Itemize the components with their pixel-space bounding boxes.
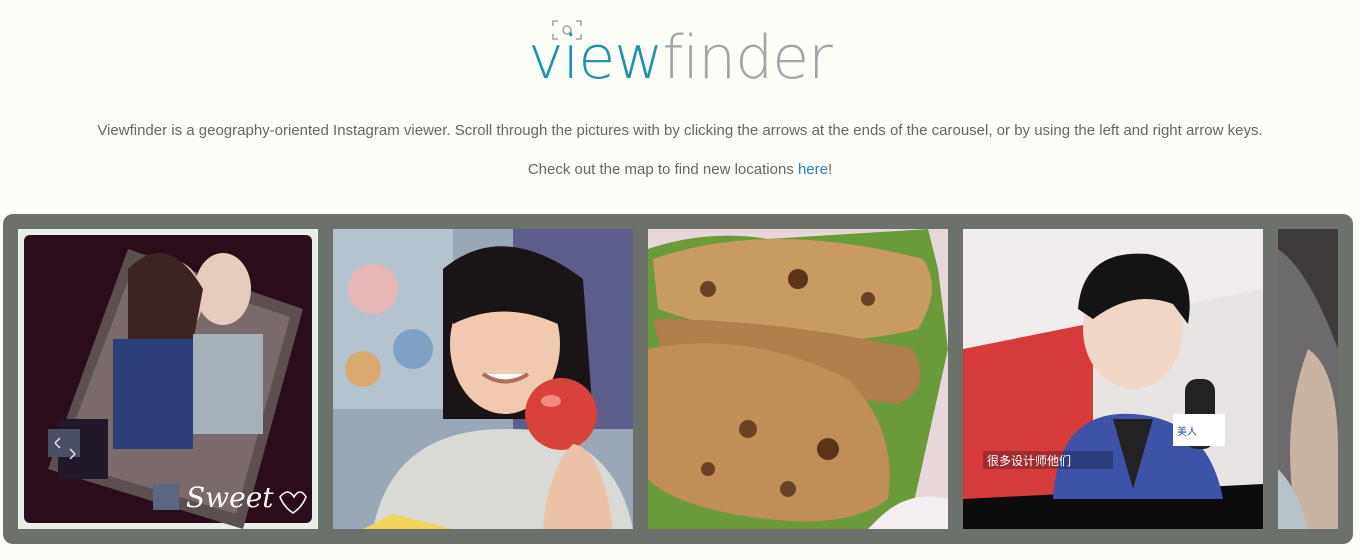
svg-text:美人: 美人	[1177, 425, 1197, 438]
logo-view-text: view	[528, 23, 663, 93]
carousel-photo-1[interactable]: Sweet	[18, 229, 318, 529]
photo-5-image	[1278, 229, 1338, 529]
cta-text: Check out the map to find new locations	[527, 161, 798, 178]
site-logo[interactable]: viewfinder	[0, 18, 1360, 98]
carousel-photo-3[interactable]	[648, 229, 948, 529]
carousel-photo-4[interactable]: 美人 很多设计师他们	[963, 229, 1263, 529]
map-link[interactable]: here	[798, 161, 828, 178]
logo-finder-text: finder	[662, 23, 832, 93]
photo-3-image	[648, 229, 948, 529]
photo-4-caption-text: 很多设计师他们	[987, 453, 1071, 468]
map-cta: Check out the map to find new locations …	[0, 160, 1360, 180]
photo-1-image: Sweet	[18, 229, 318, 529]
carousel-photo-2[interactable]	[333, 229, 633, 529]
cta-suffix: !	[828, 161, 833, 178]
photo-1-sweet-text: Sweet	[186, 481, 274, 514]
photo-2-image	[333, 229, 633, 529]
intro-description: Viewfinder is a geography-oriented Insta…	[97, 122, 1263, 139]
photo-4-image: 美人 很多设计师他们	[963, 229, 1263, 529]
photo-carousel[interactable]: Sweet 美人 很多设计师他们	[3, 214, 1353, 544]
carousel-photo-5[interactable]	[1278, 229, 1338, 529]
